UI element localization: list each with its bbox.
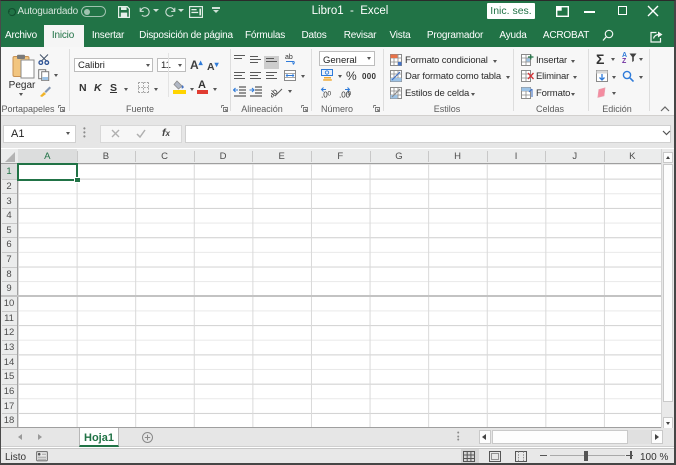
svg-text:ab: ab: [285, 54, 293, 61]
svg-text:0: 0: [348, 91, 352, 98]
svg-text:0: 0: [328, 91, 332, 98]
